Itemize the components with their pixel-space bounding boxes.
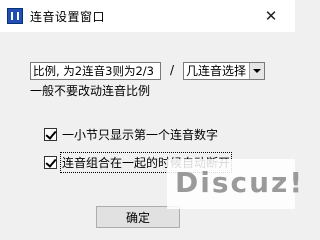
tuplet-select[interactable]: 几连音选择 xyxy=(183,62,265,80)
checkbox-auto-break[interactable] xyxy=(44,156,57,169)
watermark-logo: Discuz! xyxy=(175,166,305,199)
option-label: 一小节只显示第一个连音数字 xyxy=(62,128,219,142)
ratio-hint: 一般不要改动连音比例 xyxy=(30,84,151,98)
ok-button[interactable]: 确定 xyxy=(96,206,180,228)
close-button[interactable]: ✕ xyxy=(247,0,295,32)
ok-button-label: 确定 xyxy=(125,210,150,225)
chevron-down-icon[interactable] xyxy=(249,63,264,79)
ratio-input[interactable]: 比例, 为2连音3则为2/3 xyxy=(30,62,161,80)
window-title: 连音设置窗口 xyxy=(30,10,106,24)
checkbox-first-number-only[interactable] xyxy=(44,128,57,141)
title-bar[interactable]: 连音设置窗口 ✕ xyxy=(0,0,295,32)
close-icon: ✕ xyxy=(264,7,278,25)
ratio-separator: / xyxy=(170,63,175,77)
option-first-number-only[interactable]: 一小节只显示第一个连音数字 xyxy=(44,126,218,143)
tuplet-select-value: 几连音选择 xyxy=(186,64,247,78)
app-icon xyxy=(7,8,23,24)
